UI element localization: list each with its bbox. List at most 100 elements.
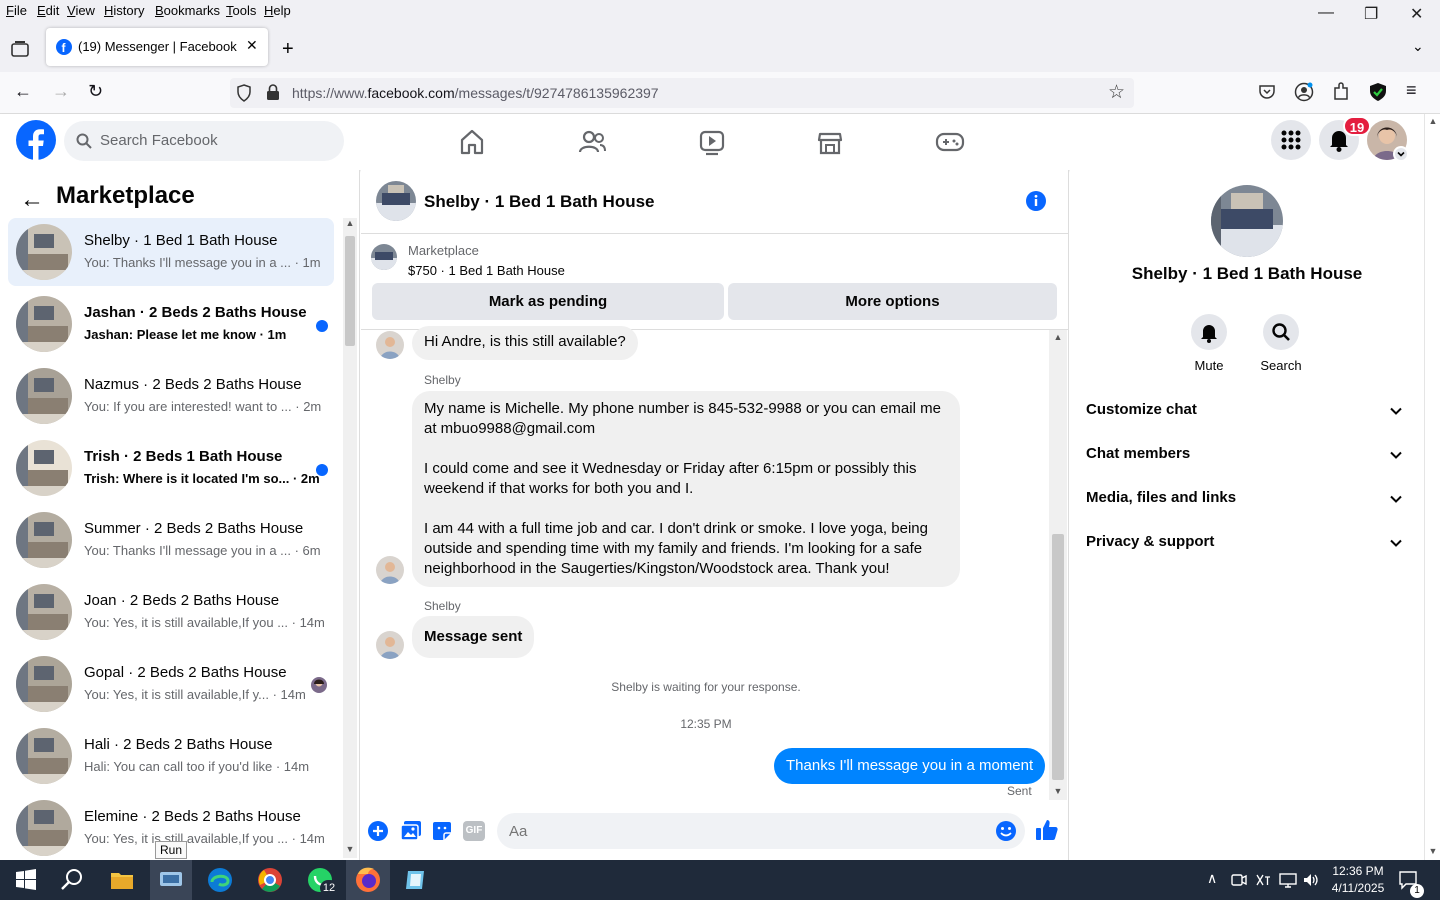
pocket-icon[interactable] [1258, 83, 1276, 101]
menu-file[interactable]: File [6, 3, 27, 18]
mute-action[interactable]: Mute [1179, 314, 1239, 373]
conversation-preview: Jashan: Please let me know · 1m [84, 327, 287, 342]
chrome-icon[interactable] [256, 866, 284, 894]
listing-price[interactable]: $750 · 1 Bed 1 Bath House [408, 263, 565, 278]
account-icon[interactable] [1294, 82, 1314, 102]
conversation-item[interactable]: Trish · 2 Beds 1 Bath House Trish: Where … [8, 434, 334, 502]
tab-list-icon[interactable]: ⌄ [1412, 38, 1424, 55]
customize-chat-section[interactable]: Customize chat [1078, 389, 1416, 433]
message-bubble[interactable]: Hi Andre, is this still available? [412, 326, 638, 360]
message-bubble[interactable]: My name is Michelle. My phone number is … [412, 391, 960, 587]
message-bubble[interactable]: Message sent [412, 616, 535, 658]
conversation-item[interactable]: Gopal · 2 Beds 2 Baths House You: Yes, it… [8, 650, 334, 718]
back-icon[interactable]: ← [14, 81, 32, 102]
listing-thumbnail [16, 800, 72, 856]
unread-dot [316, 320, 328, 332]
edge-icon[interactable] [206, 866, 234, 894]
privacy-support-section[interactable]: Privacy & support [1078, 521, 1416, 565]
search-action[interactable]: Search [1251, 314, 1311, 373]
facebook-search[interactable]: Search Facebook [64, 121, 344, 161]
mark-as-pending-button[interactable]: Mark as pending [372, 283, 724, 320]
home-icon[interactable] [452, 126, 492, 158]
more-options-button[interactable]: More options [728, 283, 1057, 320]
run-app-icon[interactable] [150, 860, 192, 900]
tray-expand-icon[interactable]: ∧ [1207, 870, 1217, 887]
menu-view[interactable]: View [67, 3, 95, 18]
bookmark-star-icon[interactable]: ☆ [1108, 81, 1125, 104]
run-tooltip: Run [155, 841, 188, 859]
tray-ime-icon[interactable] [1255, 872, 1271, 888]
conversation-item[interactable]: Nazmus · 2 Beds 2 Baths House You: If you… [8, 362, 334, 430]
like-thumb-icon[interactable] [1035, 818, 1059, 842]
panel-title: Marketplace [56, 182, 195, 209]
app-menu-icon[interactable]: ≡ [1406, 80, 1417, 101]
gif-button[interactable]: GIF [463, 821, 485, 841]
tab-title: (19) Messenger | Facebook [78, 39, 237, 54]
sender-avatar [376, 556, 404, 584]
file-explorer-icon[interactable] [108, 866, 136, 894]
message-input[interactable] [497, 813, 1025, 849]
unread-dot [316, 464, 328, 476]
menu-edit[interactable]: Edit [37, 3, 59, 18]
conversation-item[interactable]: Jashan · 2 Beds 2 Baths House Jashan: Ple… [8, 290, 334, 358]
firefox-icon[interactable] [346, 860, 390, 900]
url-bar[interactable]: https://www.facebook.com/messages/t/9274… [230, 78, 1134, 108]
chat-scrollbar[interactable]: ▲ ▼ [1049, 330, 1067, 800]
pinned-app-icon[interactable] [402, 866, 430, 894]
chat-members-section[interactable]: Chat members [1078, 433, 1416, 477]
chat-title[interactable]: Shelby · 1 Bed 1 Bath House [424, 192, 655, 212]
tab-overview-icon[interactable] [10, 40, 30, 58]
menu-bookmarks[interactable]: Bookmarks [155, 3, 220, 18]
message-paragraph: I am 44 with a full time job and car. I … [424, 520, 928, 577]
marketplace-icon[interactable] [810, 126, 850, 158]
close-tab-icon[interactable]: ✕ [246, 37, 258, 54]
reload-icon[interactable]: ↻ [88, 81, 103, 102]
facebook-logo-icon[interactable] [16, 120, 56, 160]
tray-meet-icon[interactable] [1231, 872, 1247, 888]
sent-status: Sent [1007, 784, 1032, 798]
taskbar-clock[interactable]: 12:36 PM 4/11/2025 [1318, 863, 1398, 897]
extensions-icon[interactable] [1331, 82, 1351, 102]
maximize-icon[interactable]: ❐ [1364, 4, 1378, 24]
conversation-item[interactable]: Joan · 2 Beds 2 Baths House You: Yes, it … [8, 578, 334, 646]
notification-badge: 19 [1343, 116, 1371, 136]
account-chevron-icon[interactable] [1393, 146, 1409, 162]
taskbar-search-icon[interactable] [58, 866, 86, 894]
back-arrow-icon[interactable]: ← [20, 186, 44, 214]
message-timestamp: 12:35 PM [680, 717, 732, 731]
menu-help[interactable]: Help [264, 3, 291, 18]
shield-icon[interactable] [236, 84, 252, 102]
gaming-icon[interactable] [930, 126, 970, 158]
page-scrollbar[interactable]: ▲ ▼ [1424, 114, 1440, 860]
media-files-section[interactable]: Media, files and links [1078, 477, 1416, 521]
menu-history[interactable]: History [104, 3, 144, 18]
forward-icon[interactable]: → [52, 81, 70, 102]
left-scrollbar[interactable]: ▲ ▼ [343, 218, 357, 858]
conversation-item[interactable]: Shelby · 1 Bed 1 Bath House You: Thanks I… [8, 218, 334, 286]
menu-tools[interactable]: Tools [226, 3, 256, 18]
video-icon[interactable] [692, 126, 732, 158]
listing-thumbnail[interactable] [371, 244, 397, 270]
info-icon[interactable] [1025, 190, 1047, 212]
minimize-icon[interactable]: — [1318, 4, 1334, 22]
message-paragraph: My name is Michelle. My phone number is … [424, 400, 941, 437]
windows-start-icon[interactable] [12, 866, 40, 894]
menu-grid-button[interactable] [1271, 120, 1311, 160]
adblock-shield-icon[interactable] [1368, 82, 1388, 102]
lock-icon[interactable] [266, 84, 280, 101]
plus-circle-icon[interactable] [367, 820, 389, 842]
chat-avatar[interactable] [376, 181, 416, 221]
conversation-avatar[interactable] [1211, 185, 1283, 257]
sticker-icon[interactable] [431, 820, 453, 842]
conversation-item[interactable]: Summer · 2 Beds 2 Baths House You: Thanks… [8, 506, 334, 574]
friends-icon[interactable] [572, 126, 612, 158]
new-tab-icon[interactable]: + [282, 38, 294, 61]
my-message-bubble[interactable]: Thanks I'll message you in a moment [774, 748, 1046, 784]
emoji-icon[interactable] [995, 820, 1017, 842]
close-window-icon[interactable]: ✕ [1410, 4, 1423, 24]
photo-icon[interactable] [400, 820, 422, 842]
network-icon[interactable] [1279, 872, 1297, 888]
tab-messenger[interactable]: f (19) Messenger | Facebook ✕ [46, 28, 268, 66]
seen-avatar [311, 677, 327, 693]
conversation-item[interactable]: Hali · 2 Beds 2 Baths House Hali: You can… [8, 722, 334, 790]
